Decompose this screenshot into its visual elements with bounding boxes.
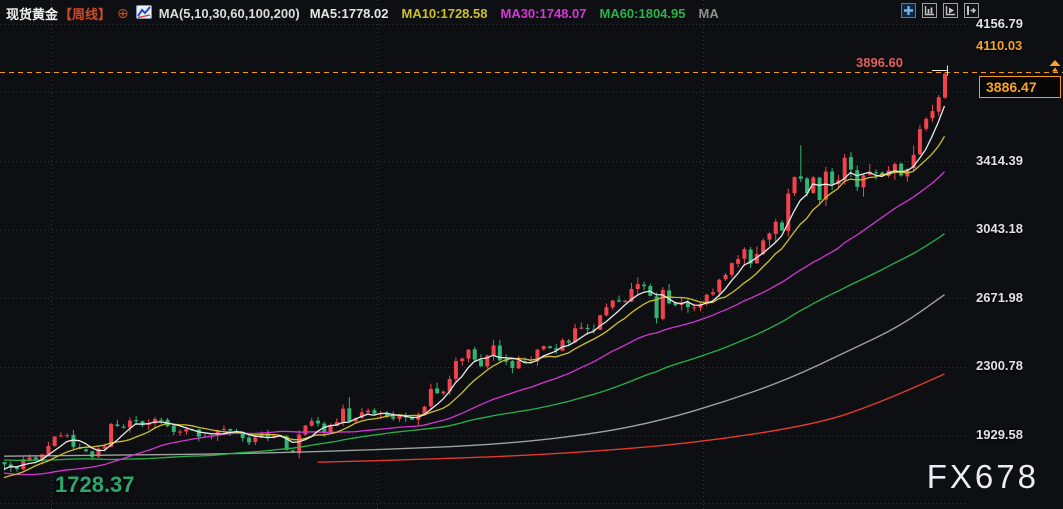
y-axis-label: 1929.58 — [976, 427, 1023, 442]
timeframe-label: 【周线】 — [59, 4, 111, 23]
zoom-axis-left-icon[interactable] — [922, 3, 937, 18]
ma-legend-item: MA60:1804.95 — [599, 6, 685, 21]
y-axis-label: 3043.18 — [976, 221, 1023, 236]
y-axis-label: 3414.39 — [976, 153, 1023, 168]
pan-tool-icon[interactable] — [901, 3, 916, 18]
price-up-arrow-icon — [1049, 60, 1061, 78]
ma-legend-item: MA — [698, 6, 718, 21]
y-axis-label: 2671.98 — [976, 290, 1023, 305]
add-indicator-icon[interactable]: ⊕ — [117, 5, 129, 22]
chart-legend: 现货黄金 【周线】 ⊕ MA(5,10,30,60,100,200) MA5:1… — [6, 4, 719, 23]
go-to-latest-icon[interactable] — [943, 3, 958, 18]
y-axis-label: 4110.03 — [976, 38, 1022, 53]
highest-price-label: 3896.60 — [856, 55, 903, 70]
shift-right-icon[interactable] — [964, 3, 979, 18]
fx678-watermark: FX678 — [927, 458, 1039, 496]
lowest-price-label: 1728.37 — [55, 472, 135, 498]
chart-type-icon[interactable] — [136, 5, 152, 22]
ma-legend-item: MA10:1728.58 — [401, 6, 487, 21]
ma-values: MA5:1778.02 MA10:1728.58 MA30:1748.07 MA60:… — [310, 6, 719, 21]
ma-summary-label: MA(5,10,30,60,100,200) — [159, 6, 300, 21]
symbol-title: 现货黄金 — [6, 4, 58, 23]
price-chart-canvas[interactable] — [0, 0, 1063, 509]
y-axis-label: 4156.79 — [976, 16, 1023, 31]
chart-toolbar — [901, 3, 979, 18]
ma-legend-item: MA5:1778.02 — [310, 6, 389, 21]
y-axis-label: 2300.78 — [976, 358, 1023, 373]
ma-legend-item: MA30:1748.07 — [500, 6, 586, 21]
current-price-box: 3886.47 — [979, 76, 1061, 98]
